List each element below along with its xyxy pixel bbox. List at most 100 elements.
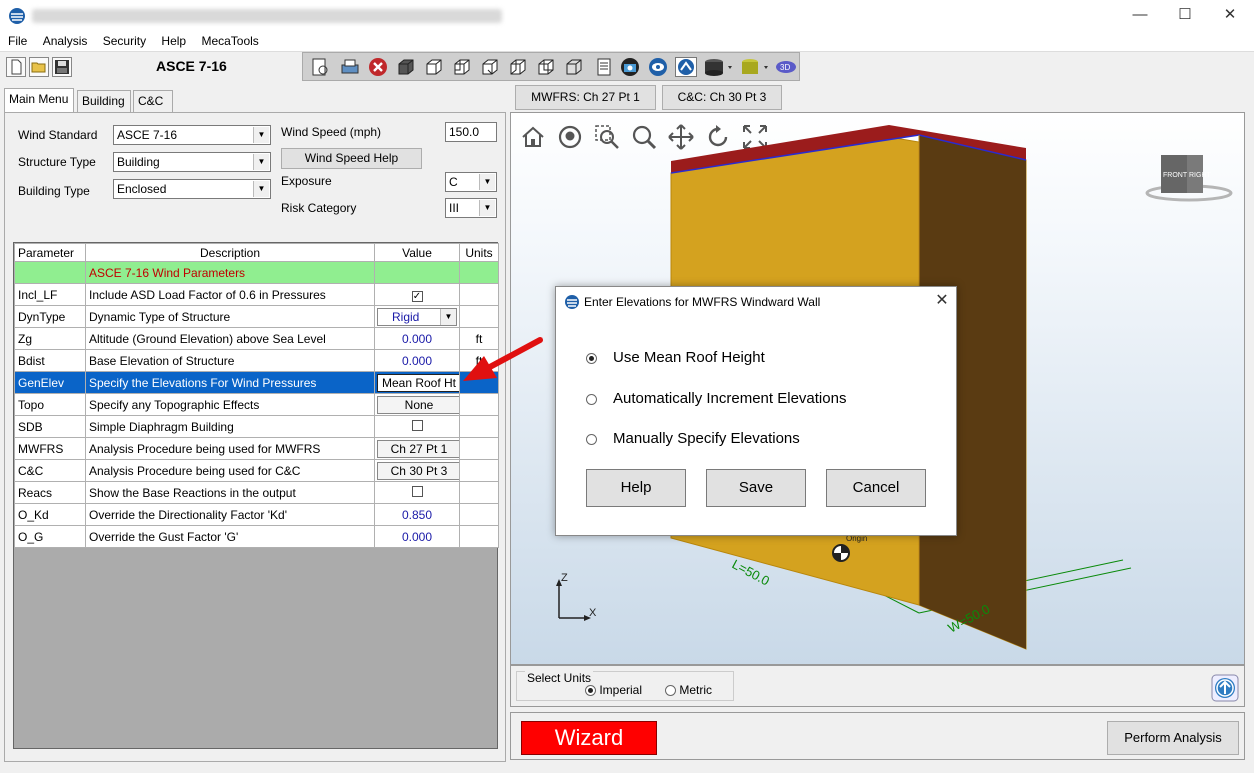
structure-type-label: Structure Type	[18, 155, 96, 169]
risk-category-label: Risk Category	[281, 201, 357, 215]
cc-procedure-button[interactable]: Ch 30 Pt 3	[377, 461, 459, 480]
maximize-button[interactable]: ☐	[1170, 4, 1200, 26]
table-row[interactable]: MWFRS Analysis Procedure being used for …	[14, 437, 499, 460]
camera-icon[interactable]	[619, 57, 641, 77]
radio-selected-icon[interactable]	[585, 685, 596, 697]
value-cell: Ch 27 Pt 1	[374, 437, 460, 460]
menu-help[interactable]: Help	[156, 32, 191, 50]
table-row[interactable]: Incl_LF Include ASD Load Factor of 0.6 i…	[14, 283, 499, 306]
dialog-cancel-button[interactable]: Cancel	[826, 469, 926, 507]
tab-main-menu[interactable]: Main Menu	[4, 88, 74, 112]
param-name: DynType	[14, 305, 86, 328]
table-row[interactable]: C&C Analysis Procedure being used for C&…	[14, 459, 499, 482]
dyntype-select[interactable]: Rigid ▼	[377, 307, 457, 326]
param-units	[459, 393, 499, 416]
new-file-icon[interactable]	[6, 57, 26, 77]
param-desc: Override the Directionality Factor 'Kd'	[85, 503, 375, 526]
checkbox-unchecked[interactable]	[411, 485, 423, 497]
table-row[interactable]: Topo Specify any Topographic Effects Non…	[14, 393, 499, 416]
table-row-selected[interactable]: GenElev Specify the Elevations For Wind …	[14, 371, 499, 394]
option-auto-increment[interactable]: Automatically Increment Elevations	[586, 390, 846, 407]
axis-z-label: Z	[561, 572, 568, 584]
print-preview-icon[interactable]	[309, 57, 331, 77]
dialog-help-button[interactable]: Help	[586, 469, 686, 507]
box-top-view-icon[interactable]	[479, 57, 501, 77]
table-row[interactable]: Reacs Show the Base Reactions in the out…	[14, 481, 499, 504]
box-side-view-icon[interactable]	[451, 57, 473, 77]
cylinder-icon[interactable]	[703, 57, 733, 77]
minimize-button[interactable]: —	[1125, 4, 1155, 26]
menu-security[interactable]: Security	[98, 32, 151, 50]
building-type-select[interactable]: Enclosed ▼	[113, 179, 271, 199]
imperial-option[interactable]: Imperial	[585, 683, 642, 697]
checkbox-unchecked[interactable]	[411, 419, 423, 431]
checkbox-checked[interactable]: ✓	[411, 290, 423, 302]
topo-button[interactable]: None	[377, 395, 459, 414]
dialog-save-button[interactable]: Save	[706, 469, 806, 507]
building-type-label: Building Type	[18, 184, 90, 198]
tab-cc[interactable]: C&C	[133, 90, 173, 112]
genelev-button[interactable]: Mean Roof Ht	[377, 373, 459, 392]
radio-unselected-icon[interactable]	[586, 393, 597, 405]
wind-standard-value: ASCE 7-16	[117, 128, 178, 142]
eye-icon[interactable]	[647, 57, 669, 77]
report-icon[interactable]	[593, 57, 615, 77]
radio-unselected-icon[interactable]	[586, 433, 597, 445]
table-row[interactable]: O_G Override the Gust Factor 'G' 0.000	[14, 525, 499, 548]
table-row[interactable]: SDB Simple Diaphragm Building	[14, 415, 499, 438]
tab-building[interactable]: Building	[77, 90, 131, 112]
wind-standard-label: Wind Standard	[18, 128, 98, 142]
3d-view-icon[interactable]: 3D	[775, 57, 797, 77]
option-mean-roof[interactable]: Use Mean Roof Height	[586, 349, 765, 366]
table-row[interactable]: Bdist Base Elevation of Structure 0.000 …	[14, 349, 499, 372]
param-value[interactable]: 0.000	[374, 327, 460, 350]
box-wire-view-icon[interactable]	[535, 57, 557, 77]
close-button[interactable]: ✕	[1215, 4, 1245, 26]
units-group-title: Select Units	[525, 671, 594, 685]
risk-category-select[interactable]: III ▼	[445, 198, 497, 218]
perform-analysis-button[interactable]: Perform Analysis	[1107, 721, 1239, 755]
scroll-up-icon[interactable]	[1211, 674, 1239, 702]
save-disk-icon[interactable]	[52, 57, 72, 77]
wind-speed-help-button[interactable]: Wind Speed Help	[281, 148, 422, 169]
exposure-select[interactable]: C ▼	[445, 172, 497, 192]
option-manual[interactable]: Manually Specify Elevations	[586, 430, 800, 447]
print-icon[interactable]	[339, 57, 361, 77]
param-value[interactable]: 0.000	[374, 525, 460, 548]
dropdown-arrow-icon: ▼	[253, 154, 269, 170]
value-cell	[374, 481, 460, 504]
structure-type-select[interactable]: Building ▼	[113, 152, 271, 172]
option-label: Manually Specify Elevations	[613, 430, 800, 447]
box-solid-view-icon[interactable]	[395, 57, 417, 77]
table-row[interactable]: DynType Dynamic Type of Structure Rigid …	[14, 305, 499, 328]
metric-option[interactable]: Metric	[665, 683, 712, 697]
param-value[interactable]: 0.850	[374, 503, 460, 526]
mwfrs-chapter-button[interactable]: MWFRS: Ch 27 Pt 1	[515, 85, 656, 110]
box-shaded-view-icon[interactable]	[563, 57, 585, 77]
box-front-view-icon[interactable]	[423, 57, 445, 77]
box-iso-view-icon[interactable]	[507, 57, 529, 77]
building-type-value: Enclosed	[117, 182, 167, 196]
cc-chapter-button[interactable]: C&C: Ch 30 Pt 3	[662, 85, 782, 110]
delete-icon[interactable]	[367, 57, 389, 77]
wind-speed-input[interactable]: 150.0	[445, 122, 497, 142]
select-view-icon[interactable]	[675, 57, 697, 77]
param-desc: Dynamic Type of Structure	[85, 305, 375, 328]
param-units	[459, 415, 499, 438]
header-description: Description	[85, 243, 375, 262]
radio-selected-icon[interactable]	[586, 352, 597, 364]
menu-analysis[interactable]: Analysis	[38, 32, 93, 50]
mwfrs-procedure-button[interactable]: Ch 27 Pt 1	[377, 439, 459, 458]
menu-file[interactable]: File	[3, 32, 32, 50]
radio-unselected-icon[interactable]	[665, 685, 676, 697]
table-row[interactable]: Zg Altitude (Ground Elevation) above Sea…	[14, 327, 499, 350]
table-row[interactable]: O_Kd Override the Directionality Factor …	[14, 503, 499, 526]
wizard-button[interactable]: Wizard	[521, 721, 657, 755]
dialog-close-button[interactable]: ✕	[932, 291, 952, 311]
wind-standard-select[interactable]: ASCE 7-16 ▼	[113, 125, 271, 145]
tank-icon[interactable]	[739, 57, 769, 77]
param-value[interactable]: 0.000	[374, 349, 460, 372]
menu-mecatools[interactable]: MecaTools	[196, 32, 263, 50]
param-units	[459, 481, 499, 504]
open-folder-icon[interactable]	[29, 57, 49, 77]
